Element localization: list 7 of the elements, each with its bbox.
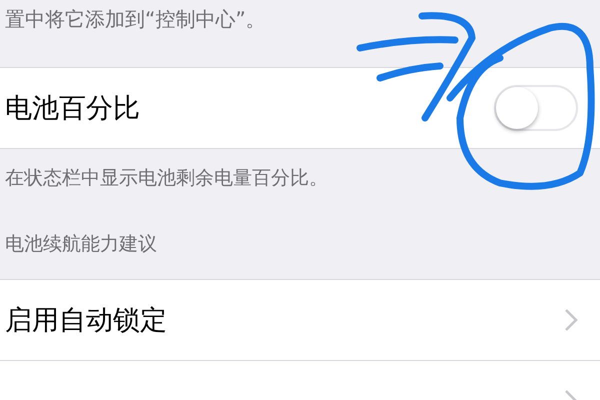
footer-note: 置中将它添加到“控制中心”。 — [4, 6, 267, 33]
row-label: 电池百分比 — [5, 92, 140, 126]
section-header: 电池续航能力建议 — [4, 232, 158, 257]
chevron-icon — [564, 308, 578, 332]
footer-note: 在状态栏中显示电池剩余电量百分比。 — [4, 166, 329, 191]
toggle-switch[interactable] — [494, 85, 578, 131]
row-label[interactable]: 启用自动锁定 — [5, 302, 167, 338]
